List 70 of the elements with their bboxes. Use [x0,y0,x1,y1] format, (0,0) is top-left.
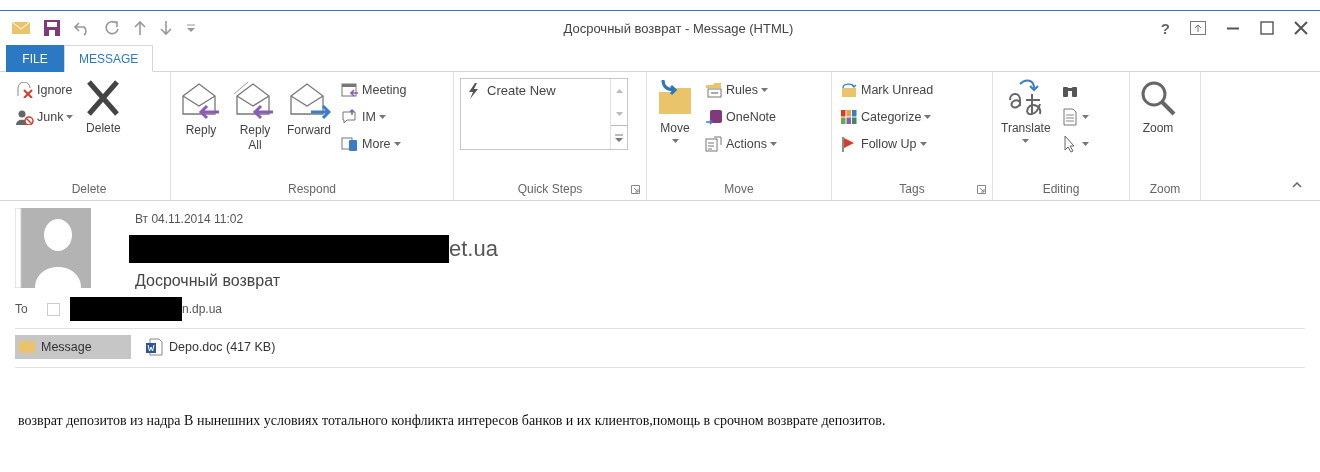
message-subject: Досрочный возврат [135,272,282,290]
arrow-up-icon [134,20,146,36]
minimize-icon [1226,26,1240,30]
ribbon-button[interactable]: Move [653,76,697,145]
message-body: возврат депозитов из надра В нынешних условиях тотального конфликта интересов банков и их клиентов,помощь в срочном возврате депозитов. [18,412,887,430]
attachment-item[interactable]: Message [15,335,131,359]
phone-icon [341,135,359,152]
ribbon-button[interactable]: Zoom [1136,76,1180,138]
arrow-down-icon [160,20,172,36]
group-label: Respond [287,182,336,196]
group-label: Editing [1042,182,1080,196]
category-icon [840,108,858,125]
dialog-launcher-icon[interactable] [631,185,640,194]
document-icon [1060,107,1079,126]
quick-step-item[interactable]: Create New [461,79,610,149]
ribbon-display-icon [1190,21,1206,35]
group-label: Delete [71,182,107,196]
actions-icon [705,135,723,152]
to-label: To [15,302,29,316]
close-icon [1294,21,1308,35]
maximize-icon [1260,21,1274,35]
ignore-icon [16,81,34,98]
ribbon-button[interactable]: Forward [285,76,333,140]
ribbon-button[interactable]: OneNote [703,105,779,128]
ribbon-button[interactable]: Categorize [838,105,936,128]
expand-icon [615,133,623,142]
chevron-down-icon [615,111,623,116]
chevron-up-icon [615,88,623,93]
lightning-icon [467,83,479,99]
window-title: Досрочный возврат - Message (HTML) [562,20,795,36]
recipient-address: n.dp.ua [182,302,223,316]
chat-icon [341,108,359,125]
envelope-icon [19,341,35,353]
ribbon-button[interactable]: Mark Unread [838,78,936,101]
ribbon-button[interactable]: IM [339,105,409,128]
ribbon-button[interactable]: Delete [81,76,126,138]
sent-date: Вт 04.11.2014 11:02 [135,212,245,226]
ribbon-tab[interactable]: MESSAGE [64,45,154,72]
ribbon-button[interactable]: Actions [703,132,779,155]
group-label: Tags [899,182,925,196]
mail-icon [12,21,30,35]
redo-icon [104,20,120,36]
contact-checkbox[interactable] [47,302,60,316]
group-label: Move [724,182,754,196]
group-label: Zoom [1149,182,1181,196]
save-icon [44,20,60,36]
rules-icon [705,81,723,98]
undo-icon [74,20,90,36]
dialog-launcher-icon[interactable] [977,185,986,194]
ribbon-button[interactable]: Junk [14,105,76,128]
ribbon-button[interactable]: More [339,132,409,155]
help-button[interactable]: ? [1160,19,1170,37]
ribbon-button[interactable]: Translate [999,76,1053,145]
calendar-icon [341,81,359,98]
ribbon-button[interactable]: Meeting [339,78,409,101]
ribbon-button[interactable]: Reply All [231,76,279,155]
collapse-ribbon-icon[interactable] [1292,182,1302,188]
group-label: Quick Steps [517,182,583,196]
ribbon-button[interactable]: Ignore [14,78,76,101]
ribbon-button[interactable]: Follow Up [838,132,936,155]
ribbon-button[interactable]: Reply [177,76,225,140]
ribbon-button[interactable]: Rules [703,78,779,101]
note-icon [705,108,723,125]
envelope-icon [840,81,858,98]
attachment-item[interactable]: Depo.doc (417 KB) [141,335,280,359]
word-document-icon [145,338,163,356]
sender-address: et.ua [449,236,498,262]
ribbon-tab[interactable]: FILE [6,45,64,72]
customize-icon [186,23,196,33]
junk-icon [16,108,34,125]
